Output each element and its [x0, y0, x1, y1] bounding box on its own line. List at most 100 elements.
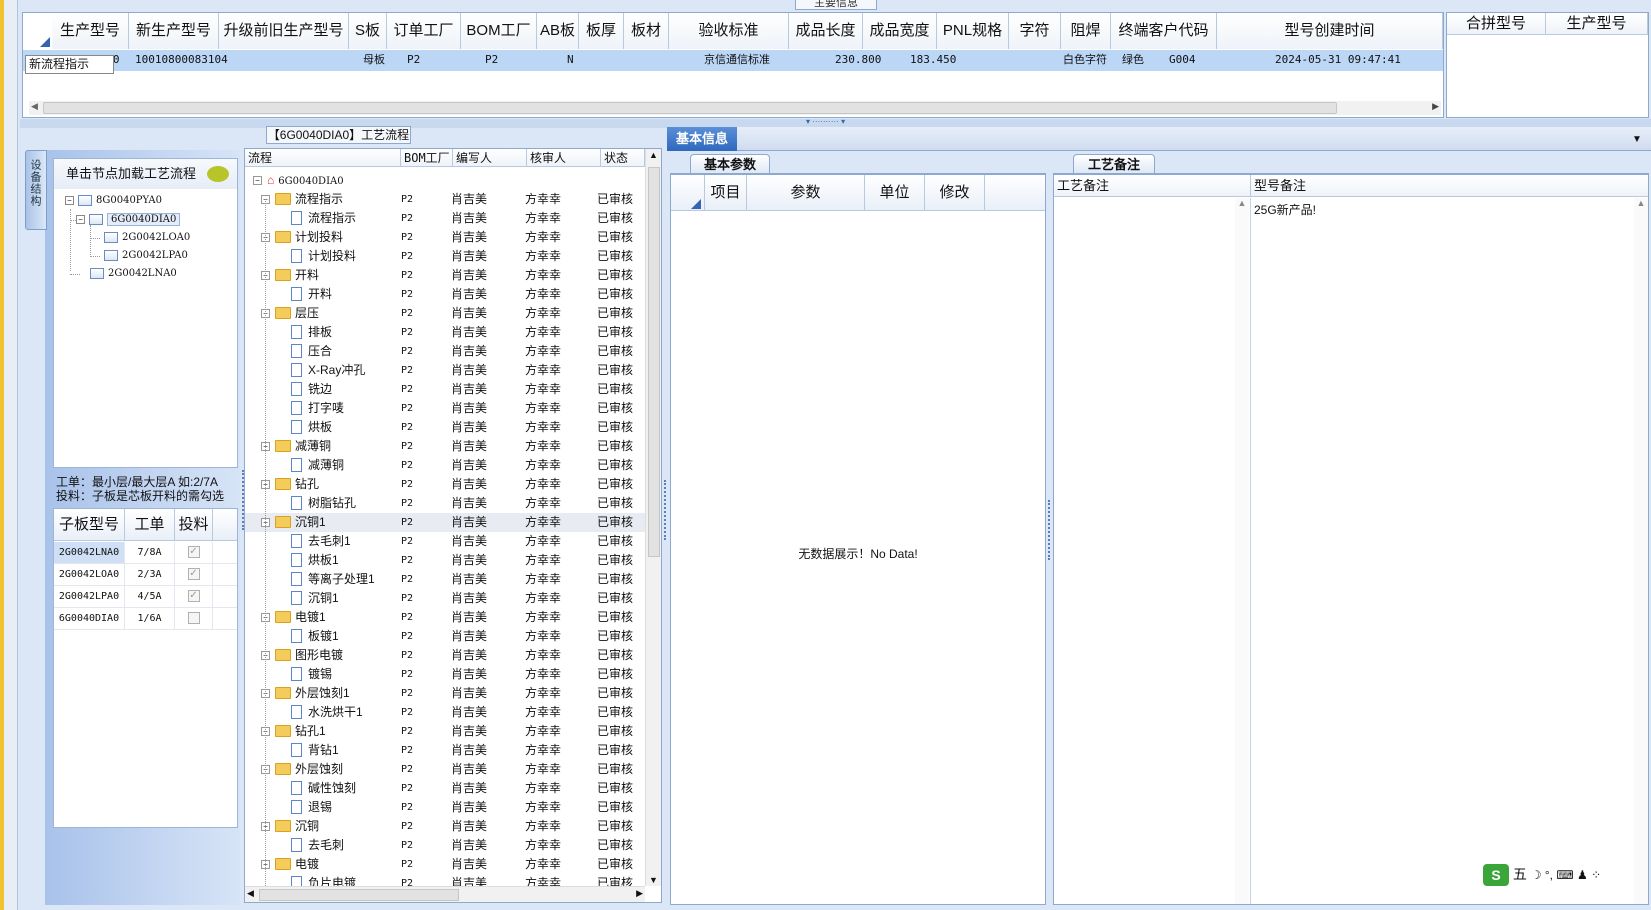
- process-step-row[interactable]: 等离子处理1 P2 肖吉美 方幸幸 已审核: [245, 570, 645, 589]
- process-step-row[interactable]: 流程指示 P2 肖吉美 方幸幸 已审核: [245, 209, 645, 228]
- col-header-material[interactable]: 板材: [624, 13, 669, 49]
- process-group-row[interactable]: − 计划投料 P2 肖吉美 方幸幸 已审核: [245, 228, 645, 247]
- cell-created[interactable]: 2024-05-31 09:47:41: [1275, 50, 1401, 70]
- col-header-pnl[interactable]: PNL规格: [937, 13, 1009, 49]
- scroll-left-icon[interactable]: ◀: [31, 101, 38, 112]
- scroll-thumb[interactable]: [43, 102, 1337, 114]
- table-row[interactable]: 2G0042LNA0 7/8A ✓: [54, 542, 237, 564]
- process-group-row[interactable]: − 开料 P2 肖吉美 方幸幸 已审核: [245, 266, 645, 285]
- ime-logo-icon[interactable]: S: [1483, 864, 1509, 887]
- col-header-created[interactable]: 型号创建时间: [1217, 13, 1443, 49]
- scroll-thumb[interactable]: [648, 167, 660, 557]
- process-group-row[interactable]: − 电镀 P2 肖吉美 方幸幸 已审核: [245, 855, 645, 874]
- collapse-icon[interactable]: −: [65, 195, 74, 205]
- process-group-row[interactable]: − 钻孔 P2 肖吉美 方幸幸 已审核: [245, 475, 645, 494]
- col-header-thickness[interactable]: 板厚: [579, 13, 624, 49]
- cell-bom-factory[interactable]: P2: [485, 50, 498, 70]
- tab-dropdown-icon[interactable]: ▼: [1632, 134, 1642, 145]
- feed-checkbox[interactable]: ✓: [187, 568, 200, 581]
- feed-checkbox[interactable]: [187, 612, 200, 625]
- process-step-row[interactable]: 板镀1 P2 肖吉美 方幸幸 已审核: [245, 627, 645, 646]
- process-step-row[interactable]: 镀锡 P2 肖吉美 方幸幸 已审核: [245, 665, 645, 684]
- cell-char[interactable]: 白色字符: [1063, 50, 1107, 70]
- cell-width[interactable]: 183.450: [910, 50, 956, 70]
- col-header-merge-prod-model[interactable]: 生产型号: [1546, 13, 1648, 35]
- process-group-row[interactable]: − 层压 P2 肖吉美 方幸幸 已审核: [245, 304, 645, 323]
- tree-node-selected[interactable]: −6G0040DIA0: [70, 212, 181, 228]
- process-step-row[interactable]: 排板 P2 肖吉美 方幸幸 已审核: [245, 323, 645, 342]
- process-step-row[interactable]: 树脂钻孔 P2 肖吉美 方幸幸 已审核: [245, 494, 645, 513]
- structure-side-tab[interactable]: 设备结构: [25, 150, 47, 230]
- col-header-s-board[interactable]: S板: [349, 13, 387, 49]
- tab-basic-info[interactable]: 基本信息: [667, 127, 737, 151]
- scroll-down-icon[interactable]: ▼: [649, 875, 658, 885]
- horizontal-scrollbar[interactable]: ◀ ▶: [29, 101, 1441, 115]
- col-header-new-prod-model[interactable]: 新生产型号: [129, 13, 219, 49]
- process-group-row[interactable]: − 钻孔1 P2 肖吉美 方幸幸 已审核: [245, 722, 645, 741]
- process-step-row[interactable]: 铣边 P2 肖吉美 方幸幸 已审核: [245, 380, 645, 399]
- ime-tool-icons[interactable]: ☽ °, ⌨ ♟ ⁘: [1531, 868, 1601, 882]
- process-step-row[interactable]: 压合 P2 肖吉美 方幸幸 已审核: [245, 342, 645, 361]
- process-step-row[interactable]: 退锡 P2 肖吉美 方幸幸 已审核: [245, 798, 645, 817]
- cell-mask[interactable]: 绿色: [1122, 50, 1144, 70]
- cell-length[interactable]: 230.800: [835, 50, 881, 70]
- tree-node-child[interactable]: 2G0042LOA0: [90, 230, 190, 246]
- process-step-row[interactable]: 减薄铜 P2 肖吉美 方幸幸 已审核: [245, 456, 645, 475]
- col-header-customer[interactable]: 终端客户代码: [1111, 13, 1217, 49]
- cell-order-factory[interactable]: P2: [407, 50, 420, 70]
- process-step-row[interactable]: 沉铜1 P2 肖吉美 方幸幸 已审核: [245, 589, 645, 608]
- col-header-reviewer[interactable]: 核审人: [527, 149, 601, 167]
- tree-node-root[interactable]: −8G0040PYA0: [65, 193, 162, 209]
- splitter-grip[interactable]: [242, 470, 245, 530]
- remark-scrollbar[interactable]: ▲: [1235, 198, 1249, 904]
- process-step-row[interactable]: X-Ray冲孔 P2 肖吉美 方幸幸 已审核: [245, 361, 645, 380]
- process-group-row[interactable]: − 沉铜 P2 肖吉美 方幸幸 已审核: [245, 817, 645, 836]
- scroll-left-icon[interactable]: ◀: [247, 888, 254, 899]
- col-header-feed[interactable]: 投料: [175, 509, 213, 541]
- col-header-modify[interactable]: 修改: [925, 175, 985, 211]
- collapse-icon[interactable]: −: [76, 214, 85, 224]
- model-remark-scrollbar[interactable]: ▲: [1634, 198, 1648, 904]
- col-header-order-factory[interactable]: 订单工厂: [387, 13, 461, 49]
- scroll-thumb[interactable]: [259, 889, 459, 901]
- process-group-row[interactable]: − 流程指示 P2 肖吉美 方幸幸 已审核: [245, 190, 645, 209]
- splitter-grip[interactable]: [1048, 500, 1051, 560]
- col-header-merge-model[interactable]: 合拼型号: [1447, 13, 1546, 35]
- col-header-writer[interactable]: 编写人: [453, 149, 527, 167]
- collapse-icon[interactable]: −: [253, 176, 262, 185]
- col-header-status[interactable]: 状态: [601, 149, 645, 167]
- col-header-flow[interactable]: 流程: [245, 149, 401, 167]
- model-remark-text[interactable]: 25G新产品!: [1254, 201, 1316, 218]
- col-header-ab-board[interactable]: AB板: [537, 13, 579, 49]
- process-step-row[interactable]: 烘板1 P2 肖吉美 方幸幸 已审核: [245, 551, 645, 570]
- cell-standard[interactable]: 京信通信标准: [704, 50, 770, 70]
- tab-process-remarks[interactable]: 工艺备注: [1073, 154, 1155, 174]
- process-step-row[interactable]: 去毛刺 P2 肖吉美 方幸幸 已审核: [245, 836, 645, 855]
- process-step-row[interactable]: 开料 P2 肖吉美 方幸幸 已审核: [245, 285, 645, 304]
- ime-mode[interactable]: 五: [1513, 866, 1527, 882]
- process-remark-field[interactable]: [1054, 198, 1251, 904]
- cell-customer[interactable]: G004: [1169, 50, 1196, 70]
- col-header-process-remark[interactable]: 工艺备注: [1054, 175, 1251, 197]
- table-row[interactable]: 2G0042LOA0 2/3A ✓: [54, 564, 237, 586]
- col-header-bom-factory[interactable]: BOM工厂: [461, 13, 537, 49]
- col-header-item[interactable]: 项目: [705, 175, 747, 211]
- col-header-mask[interactable]: 阻焊: [1061, 13, 1111, 49]
- table-row[interactable]: 2G0042LPA0 4/5A ✓: [54, 586, 237, 608]
- process-step-row[interactable]: 碱性蚀刻 P2 肖吉美 方幸幸 已审核: [245, 779, 645, 798]
- scroll-right-icon[interactable]: ▶: [1432, 101, 1439, 112]
- process-group-row[interactable]: − 图形电镀 P2 肖吉美 方幸幸 已审核: [245, 646, 645, 665]
- col-header-unit[interactable]: 单位: [865, 175, 925, 211]
- tree-node-child[interactable]: 2G0042LPA0: [90, 248, 188, 264]
- process-step-row[interactable]: 打字唛 P2 肖吉美 方幸幸 已审核: [245, 399, 645, 418]
- process-group-row[interactable]: − 电镀1 P2 肖吉美 方幸幸 已审核: [245, 608, 645, 627]
- horizontal-scrollbar[interactable]: ◀ ▶: [245, 886, 645, 902]
- col-header-sub-model[interactable]: 子板型号: [54, 509, 125, 541]
- col-header-length[interactable]: 成品长度: [789, 13, 863, 49]
- feed-checkbox[interactable]: ✓: [187, 590, 200, 603]
- col-header-prod-model[interactable]: 生产型号: [52, 13, 129, 49]
- splitter-grip-icon[interactable]: ▾ ·········· ▾: [806, 117, 845, 126]
- cell-new-prod-model[interactable]: 10010800083104: [135, 50, 228, 70]
- tab-basic-params[interactable]: 基本参数: [690, 154, 770, 174]
- col-header-model-remark[interactable]: 型号备注: [1251, 175, 1648, 197]
